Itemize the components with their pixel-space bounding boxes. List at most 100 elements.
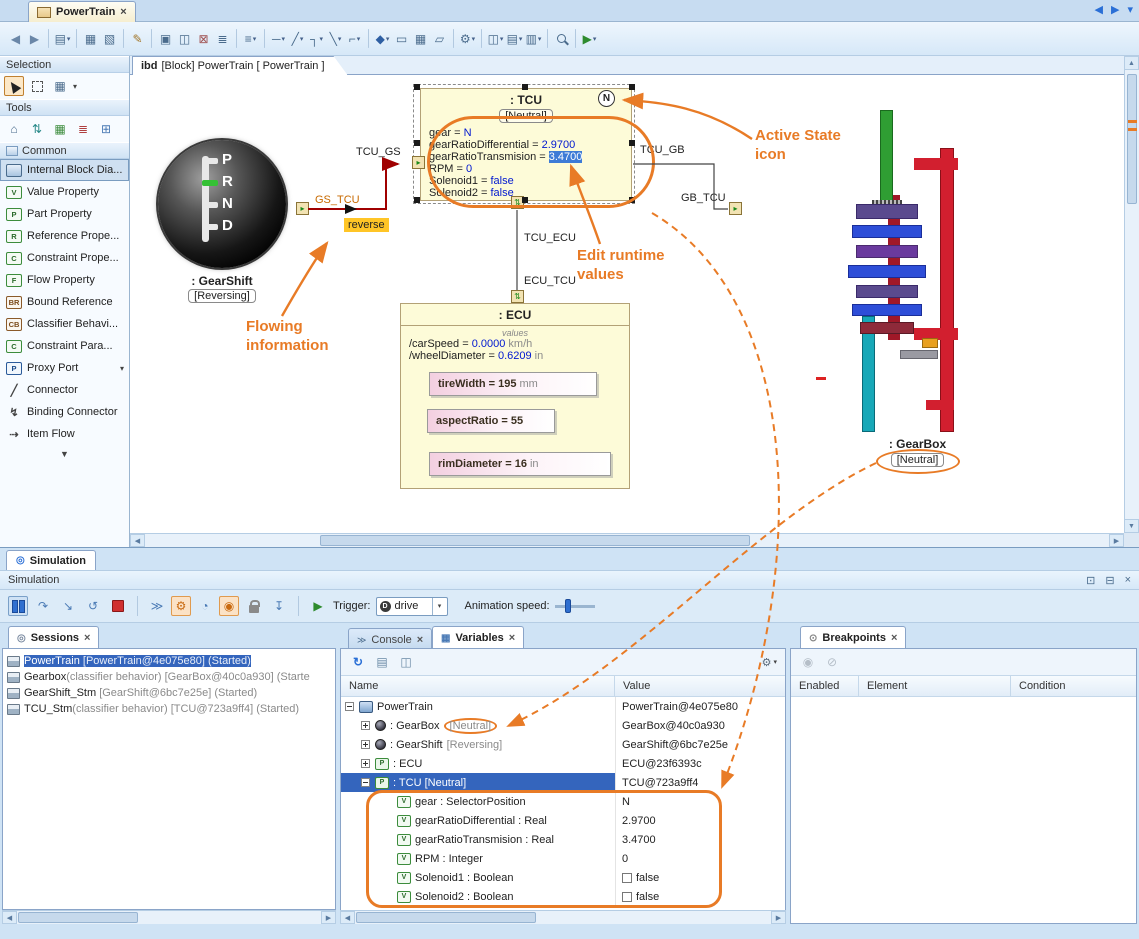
step-button[interactable]: ↺ <box>83 596 103 616</box>
ecu-tcu-port-label[interactable]: ECU_TCU <box>524 275 576 287</box>
palette-item[interactable]: ╱ Connector <box>0 379 129 401</box>
item-flow-label[interactable]: reverse <box>344 218 389 232</box>
diagram-hscrollbar[interactable]: ◀ ▶ <box>130 533 1124 547</box>
palette-item[interactable]: ⇢ Item Flow <box>0 423 129 445</box>
variable-value[interactable]: false <box>636 891 659 903</box>
toolbar-icon[interactable]: ▶ <box>581 30 598 48</box>
slider-thumb[interactable] <box>565 599 571 613</box>
aspectratio-part[interactable]: aspectRatio = 55 <box>427 409 555 433</box>
column-value[interactable]: Value <box>615 676 785 696</box>
ecu-value-line[interactable]: /wheelDiameter = 0.6209 in <box>401 350 629 362</box>
variables-row[interactable]: V Solenoid1 : Boolean false <box>341 868 785 887</box>
selection-handle[interactable] <box>414 84 420 90</box>
palette-item[interactable]: CB Classifier Behavi... <box>0 313 129 335</box>
palette-item[interactable]: C Constraint Para... <box>0 335 129 357</box>
variable-value[interactable]: N <box>622 796 630 808</box>
variables-row[interactable]: V Solenoid2 : Boolean false <box>341 887 785 906</box>
gb-tcu-port[interactable]: ▸ <box>729 202 742 215</box>
pointer-tool-button[interactable] <box>4 76 24 96</box>
expander-icon[interactable] <box>345 702 354 711</box>
marquee-tool-button[interactable] <box>27 76 47 96</box>
copy-table-icon[interactable]: ◫ <box>397 653 415 671</box>
tab-breakpoints[interactable]: ⊙ Breakpoints × <box>800 626 906 649</box>
tool-button[interactable]: ⊞ <box>96 119 116 139</box>
toolbar-icon[interactable]: ▣ <box>157 30 174 48</box>
scroll-right-icon[interactable]: ▶ <box>771 911 786 924</box>
variables-row[interactable]: V gearRatioTransmision : Real 3.4700 <box>341 830 785 849</box>
variables-row[interactable]: : GearShift [Reversing] GearShift@6bc7e2… <box>341 735 785 754</box>
tcu-gs-port[interactable]: ▸ <box>412 156 425 169</box>
value-editable[interactable]: N <box>464 127 472 139</box>
palette-more-icon[interactable]: ▼ <box>0 445 129 459</box>
export-table-icon[interactable]: ▤ <box>373 653 391 671</box>
expander-icon[interactable] <box>361 721 370 730</box>
variables-scroll-thumb[interactable] <box>356 912 536 923</box>
toolbar-icon[interactable]: ▭ <box>393 30 410 48</box>
value-editable[interactable]: false <box>490 175 513 187</box>
hscroll-thumb[interactable] <box>320 535 750 546</box>
refresh-icon[interactable]: ↻ <box>349 653 367 671</box>
scroll-up-icon[interactable]: ▲ <box>1124 56 1139 70</box>
variable-value[interactable]: false <box>636 872 659 884</box>
palette-item[interactable]: P Part Property <box>0 203 129 225</box>
column-enabled[interactable]: Enabled <box>791 676 859 696</box>
variables-row[interactable]: V RPM : Integer 0 <box>341 849 785 868</box>
session-row[interactable]: GearShift_Stm [GearShift@6bc7e25e] (Star… <box>3 685 335 701</box>
session-row[interactable]: PowerTrain [PowerTrain@4e075e80] (Starte… <box>3 653 335 669</box>
toolbar-icon[interactable]: ─ <box>270 30 287 48</box>
toolbar-icon[interactable] <box>553 30 570 48</box>
runtime-value-line[interactable]: Solenoid1 = false <box>429 175 631 187</box>
palette-item[interactable]: C Constraint Prope... <box>0 247 129 269</box>
palette-header-tools[interactable]: Tools <box>0 99 129 116</box>
palette-item[interactable]: ↯ Binding Connector <box>0 401 129 423</box>
toggle-button[interactable]: ⚙ <box>171 596 191 616</box>
toolbar-icon[interactable]: ▧ <box>101 30 118 48</box>
variables-close-icon[interactable]: × <box>509 632 515 644</box>
toolbar-icon[interactable] <box>236 29 237 48</box>
toolbar-icon[interactable] <box>76 29 77 48</box>
palette-header-selection[interactable]: Selection <box>0 56 129 73</box>
tab-sessions[interactable]: ◎ Sessions × <box>8 626 99 649</box>
document-tab-close-icon[interactable]: × <box>120 6 126 18</box>
toolbar-icon[interactable]: ╱ <box>289 30 306 48</box>
scroll-left-icon[interactable]: ◀ <box>2 911 17 924</box>
variables-options-button[interactable]: ⚙▾ <box>762 656 777 669</box>
trigger-dropdown-icon[interactable]: ▾ <box>432 598 447 615</box>
gearbox-image[interactable] <box>848 100 1013 435</box>
toolbar-icon[interactable]: ╲ <box>327 30 344 48</box>
toolbar-icon[interactable]: ≣ <box>214 30 231 48</box>
toolbar-icon[interactable]: ◀ <box>7 30 24 48</box>
value-editable[interactable]: 2.9700 <box>542 139 576 151</box>
column-element[interactable]: Element <box>859 676 1011 696</box>
tcu-state-badge[interactable]: [Neutral] <box>499 109 553 123</box>
gearshift-port[interactable]: ▸ <box>296 202 309 215</box>
palette-item[interactable]: F Flow Property <box>0 269 129 291</box>
variables-hscrollbar[interactable]: ◀ ▶ <box>340 910 786 924</box>
runtime-value-line[interactable]: gear = N <box>429 127 631 139</box>
toolbar-icon[interactable]: ▦ <box>412 30 429 48</box>
variable-value[interactable]: 3.4700 <box>622 834 656 846</box>
tool-button[interactable]: ⌂ <box>4 119 24 139</box>
variable-value[interactable]: 2.9700 <box>622 815 656 827</box>
runtime-value-line[interactable]: gearRatioTransmision = 3.4700 <box>429 151 631 163</box>
remove-breakpoint-icon[interactable]: ⊘ <box>823 653 841 671</box>
toolbar-icon[interactable]: ◫ <box>176 30 193 48</box>
gb-tcu-port-label[interactable]: GB_TCU <box>681 192 726 204</box>
value-checkbox[interactable] <box>622 892 632 902</box>
tool-button[interactable]: ≣ <box>73 119 93 139</box>
value-checkbox[interactable] <box>622 873 632 883</box>
document-tab-powertrain[interactable]: PowerTrain × <box>28 1 136 22</box>
toolbar-icon[interactable] <box>264 29 265 48</box>
session-row[interactable]: TCU_Stm(classifier behavior) [TCU@723a9f… <box>3 701 335 717</box>
scroll-right-icon[interactable]: ▶ <box>1109 534 1124 547</box>
selection-handle[interactable] <box>629 84 635 90</box>
tcu-ecu-port-label[interactable]: TCU_ECU <box>524 232 576 244</box>
tab-variables[interactable]: ▦ Variables × <box>432 626 524 649</box>
variables-row[interactable]: P : ECU ECU@23f6393c <box>341 754 785 773</box>
selection-tools-dropdown-icon[interactable]: ▾ <box>73 82 77 91</box>
step-button[interactable]: ↷ <box>33 596 53 616</box>
value-editable[interactable]: 0 <box>466 163 472 175</box>
scroll-left-icon[interactable]: ◀ <box>340 911 355 924</box>
tcu-gb-port-label[interactable]: TCU_GB <box>640 144 685 156</box>
console-close-icon[interactable]: × <box>417 634 423 646</box>
